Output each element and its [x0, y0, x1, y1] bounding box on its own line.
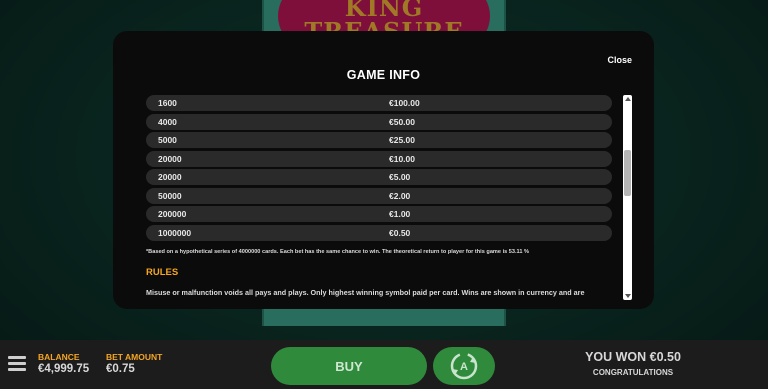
- paytable-row: 5000 €25.00: [146, 132, 612, 148]
- bet-amount-label: BET AMOUNT: [106, 352, 163, 362]
- paytable-row: 4000 €50.00: [146, 113, 612, 130]
- rules-heading: RULES: [146, 266, 179, 278]
- paytable-count: 1600: [158, 98, 177, 108]
- svg-text:A: A: [460, 361, 468, 373]
- menu-icon[interactable]: [8, 356, 26, 371]
- paytable-amount: €5.00: [389, 172, 411, 182]
- scrollbar-thumb[interactable]: [624, 150, 631, 196]
- game-info-modal: GAME INFO Close 1600 €100.00 4000 €50.00 500…: [113, 31, 654, 309]
- buy-button[interactable]: BUY: [271, 347, 427, 385]
- paytable-row: 20000 €10.00: [146, 150, 612, 167]
- paytable-amount: €0.50: [389, 227, 411, 238]
- paytable: 1600 €100.00 4000 €50.00 5000 €25.00 20000 €10.…: [146, 95, 612, 241]
- paytable-row: 1000000 €0.50: [146, 224, 612, 241]
- paytable-amount: €2.00: [389, 190, 411, 201]
- rtp-footnote: *Based on a hypothetical series of 40000…: [146, 248, 530, 255]
- paytable-count: 20000: [158, 153, 182, 164]
- paytable-count: 50000: [158, 190, 182, 201]
- paytable-count: 1000000: [158, 227, 192, 238]
- bet-amount-value: €0.75: [106, 363, 135, 375]
- paytable-row: 50000 €2.00: [146, 187, 612, 204]
- close-button[interactable]: Close: [607, 55, 632, 65]
- balance-value: €4,999.75: [38, 363, 90, 375]
- paytable-row: 1600 €100.00: [146, 95, 612, 111]
- scroll-down-arrow-icon[interactable]: [624, 294, 631, 298]
- rules-text: Misuse or malfunction voids all pays and…: [146, 287, 585, 297]
- game-info-scroll-area[interactable]: 1600 €100.00 4000 €50.00 5000 €25.00 20000 €10.…: [146, 95, 612, 302]
- autoplay-icon: A: [450, 352, 478, 380]
- paytable-amount: €100.00: [389, 98, 420, 108]
- paytable-amount: €10.00: [389, 153, 415, 164]
- modal-title: GAME INFO: [346, 68, 421, 82]
- paytable-count: 20000: [158, 172, 182, 182]
- scrollbar[interactable]: [623, 95, 632, 300]
- win-amount-text: YOU WON €0.50: [585, 350, 681, 364]
- bottom-bar: BALANCE €4,999.75 BET AMOUNT €0.75 BUY A…: [0, 340, 768, 389]
- paytable-amount: €25.00: [389, 135, 415, 145]
- paytable-amount: €50.00: [389, 116, 415, 127]
- paytable-row: 20000 €5.00: [146, 169, 612, 185]
- autoplay-button[interactable]: A: [433, 347, 495, 385]
- congratulations-text: CONGRATULATIONS: [592, 368, 674, 377]
- paytable-row: 200000 €1.00: [146, 206, 612, 222]
- paytable-count: 5000: [158, 135, 177, 145]
- paytable-count: 200000: [158, 209, 187, 219]
- paytable-count: 4000: [158, 116, 177, 127]
- balance-label: BALANCE: [38, 352, 80, 362]
- scroll-up-arrow-icon[interactable]: [624, 97, 631, 101]
- paytable-amount: €1.00: [389, 209, 411, 219]
